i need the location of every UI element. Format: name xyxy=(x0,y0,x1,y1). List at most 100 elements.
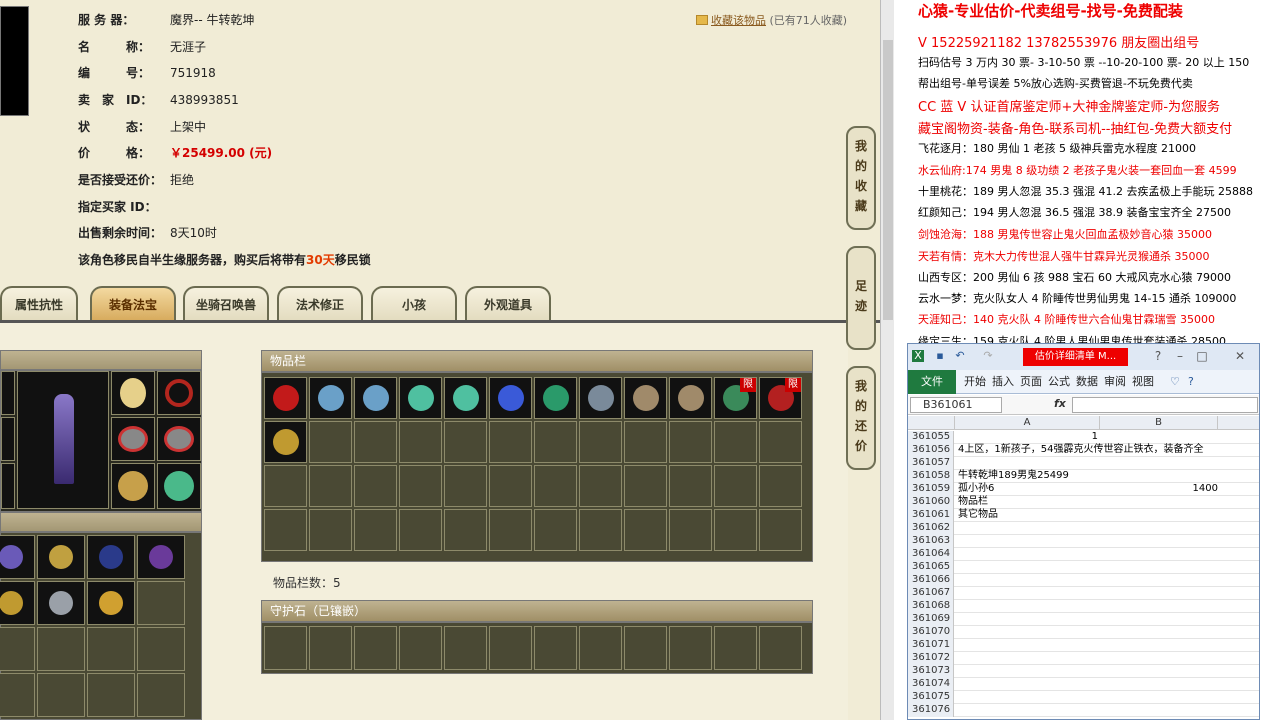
row-number[interactable]: 361068 xyxy=(908,600,954,613)
cell-b[interactable]: 1400 xyxy=(1178,483,1218,495)
tab-layout[interactable]: 页面 xyxy=(1020,370,1042,394)
scrollbar-thumb[interactable] xyxy=(883,40,893,320)
fx-icon[interactable]: fx xyxy=(1054,397,1066,410)
column-b-header[interactable]: B xyxy=(1100,416,1218,430)
ribbon-help-icon[interactable]: ? xyxy=(1188,370,1194,394)
item-slot[interactable] xyxy=(624,421,667,463)
equip-slot[interactable] xyxy=(157,463,201,509)
treasure-slot[interactable] xyxy=(37,673,85,717)
sheet-row[interactable]: 361055 1 xyxy=(908,431,1259,444)
equip-slot[interactable] xyxy=(111,371,155,415)
sheet-row[interactable]: 361059 孤小孙6 1400 xyxy=(908,483,1259,496)
row-number[interactable]: 361073 xyxy=(908,665,954,678)
sheet-row[interactable]: 361067 xyxy=(908,587,1259,600)
sheet-row[interactable]: 361073 xyxy=(908,665,1259,678)
maximize-icon[interactable]: □ xyxy=(1192,347,1212,365)
item-slot[interactable] xyxy=(669,465,712,507)
item-slot[interactable] xyxy=(309,465,352,507)
item-slot[interactable] xyxy=(534,421,577,463)
redo-icon[interactable]: ↷ xyxy=(982,350,994,362)
treasure-slot[interactable] xyxy=(0,673,35,717)
row-number[interactable]: 361061 xyxy=(908,509,954,522)
sheet-row[interactable]: 361063 xyxy=(908,535,1259,548)
item-slot[interactable] xyxy=(264,509,307,551)
treasure-slot[interactable] xyxy=(87,535,135,579)
equip-slot[interactable] xyxy=(157,371,201,415)
sheet-row[interactable]: 361076 xyxy=(908,704,1259,717)
row-number[interactable]: 361057 xyxy=(908,457,954,470)
save-icon[interactable]: ▪ xyxy=(934,350,946,362)
guard-stone-slot[interactable] xyxy=(309,626,352,670)
row-number[interactable]: 361076 xyxy=(908,704,954,717)
sheet-row[interactable]: 361056 4上区，1新孩子，54强霹克火传世容止铁衣，装备齐全 xyxy=(908,444,1259,457)
help-icon[interactable]: ? xyxy=(1148,347,1168,365)
item-slot[interactable] xyxy=(309,509,352,551)
row-number[interactable]: 361075 xyxy=(908,691,954,704)
item-slot[interactable] xyxy=(444,509,487,551)
tab-mounts-pets[interactable]: 坐骑召唤兽 xyxy=(183,286,269,320)
item-slot[interactable] xyxy=(579,377,622,419)
cell-b[interactable]: 1 xyxy=(1058,431,1098,443)
item-slot[interactable] xyxy=(534,509,577,551)
tab-data[interactable]: 数据 xyxy=(1076,370,1098,394)
treasure-slot[interactable] xyxy=(137,535,185,579)
sheet-row[interactable]: 361070 xyxy=(908,626,1259,639)
guard-stone-slot[interactable] xyxy=(714,626,757,670)
cell-a[interactable]: 孤小孙6 xyxy=(958,483,994,495)
treasure-slot[interactable] xyxy=(37,535,85,579)
item-slot[interactable] xyxy=(264,421,307,463)
row-number[interactable]: 361070 xyxy=(908,626,954,639)
equip-slot[interactable] xyxy=(1,417,15,461)
item-slot[interactable] xyxy=(759,465,802,507)
item-slot[interactable] xyxy=(264,465,307,507)
row-number[interactable]: 361062 xyxy=(908,522,954,535)
item-slot[interactable] xyxy=(444,377,487,419)
favorite-link[interactable]: 收藏该物品 (已有71人收藏) xyxy=(696,12,847,28)
item-slot[interactable] xyxy=(354,377,397,419)
tab-insert[interactable]: 插入 xyxy=(992,370,1014,394)
item-slot[interactable] xyxy=(309,421,352,463)
guard-stone-slot[interactable] xyxy=(759,626,802,670)
tab-kids[interactable]: 小孩 xyxy=(371,286,457,320)
tab-attributes[interactable]: 属性抗性 xyxy=(0,286,78,320)
item-slot[interactable] xyxy=(669,377,712,419)
treasure-slot[interactable] xyxy=(137,673,185,717)
row-number[interactable]: 361072 xyxy=(908,652,954,665)
item-slot[interactable] xyxy=(489,421,532,463)
item-slot[interactable] xyxy=(354,509,397,551)
sheet-row[interactable]: 361071 xyxy=(908,639,1259,652)
tab-review[interactable]: 审阅 xyxy=(1104,370,1126,394)
item-slot[interactable] xyxy=(399,377,442,419)
sheet-row[interactable]: 361065 xyxy=(908,561,1259,574)
item-slot[interactable] xyxy=(444,421,487,463)
row-number[interactable]: 361059 xyxy=(908,483,954,496)
ribbon-collapse-icon[interactable]: ♡ xyxy=(1170,370,1180,394)
column-a-header[interactable]: A xyxy=(955,416,1100,430)
item-slot[interactable] xyxy=(534,465,577,507)
row-number[interactable]: 361074 xyxy=(908,678,954,691)
sheet-row[interactable]: 361058 牛转乾坤189男鬼25499 xyxy=(908,470,1259,483)
row-number[interactable]: 361055 xyxy=(908,431,954,444)
item-slot[interactable] xyxy=(624,465,667,507)
item-slot[interactable] xyxy=(444,465,487,507)
nav-my-favorites[interactable]: 我的收藏 xyxy=(846,126,876,230)
sheet-row[interactable]: 361064 xyxy=(908,548,1259,561)
row-number[interactable]: 361066 xyxy=(908,574,954,587)
equip-slot[interactable] xyxy=(157,417,201,461)
item-slot[interactable] xyxy=(399,465,442,507)
tab-view[interactable]: 视图 xyxy=(1132,370,1154,394)
item-slot[interactable] xyxy=(759,509,802,551)
row-number[interactable]: 361069 xyxy=(908,613,954,626)
sheet-row[interactable]: 361057 xyxy=(908,457,1259,470)
row-number[interactable]: 361060 xyxy=(908,496,954,509)
guard-stone-slot[interactable] xyxy=(354,626,397,670)
sheet-row[interactable]: 361060 物品栏 xyxy=(908,496,1259,509)
item-slot[interactable] xyxy=(714,465,757,507)
guard-stone-slot[interactable] xyxy=(624,626,667,670)
treasure-slot[interactable] xyxy=(137,627,185,671)
select-all-corner[interactable] xyxy=(908,416,955,430)
item-slot[interactable] xyxy=(489,509,532,551)
item-slot[interactable] xyxy=(714,509,757,551)
equip-slot[interactable] xyxy=(1,463,15,509)
row-number[interactable]: 361067 xyxy=(908,587,954,600)
